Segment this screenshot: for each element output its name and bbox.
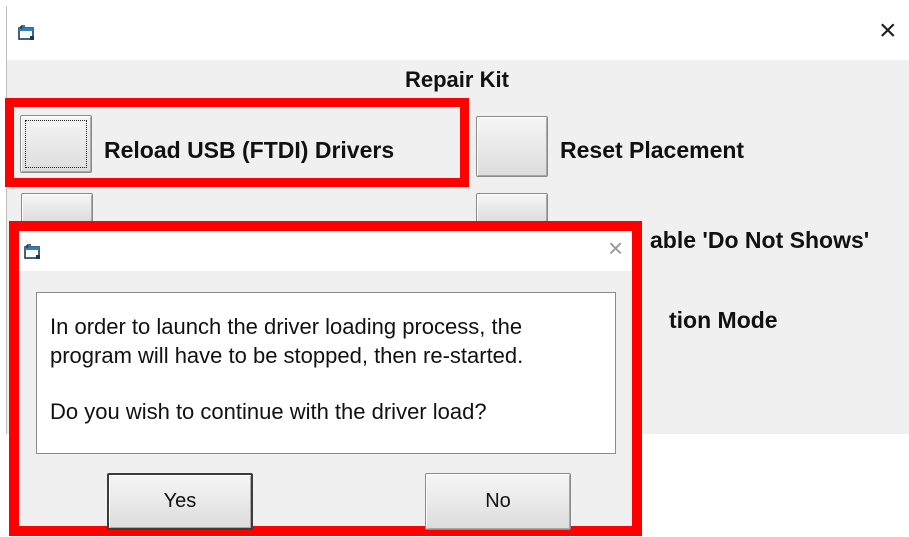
disable-do-not-shows-button[interactable] <box>476 193 548 223</box>
confirm-dialog: × In order to launch the driver loading … <box>9 221 642 536</box>
message-line-3: Do you wish to continue with the driver … <box>50 399 487 424</box>
reload-usb-drivers-button[interactable] <box>20 115 92 173</box>
reset-placement-button[interactable] <box>476 116 548 177</box>
window-titlebar[interactable]: × <box>7 6 909 60</box>
dialog-close-icon[interactable]: × <box>608 235 623 261</box>
yes-button[interactable]: Yes <box>107 473 253 530</box>
yes-button-label: Yes <box>163 490 197 512</box>
message-line-1: In order to launch the driver loading pr… <box>50 314 523 339</box>
reload-usb-drivers-label: Reload USB (FTDI) Drivers <box>104 137 395 163</box>
disable-do-not-shows-label: able 'Do Not Shows' <box>650 227 870 253</box>
section-title: Repair Kit <box>405 67 509 92</box>
dialog-app-icon <box>24 244 42 260</box>
app-window-icon <box>18 25 36 41</box>
no-button-label: No <box>485 490 511 512</box>
close-icon[interactable]: × <box>879 16 897 46</box>
mode-option-label: tion Mode <box>669 307 778 333</box>
reset-placement-label: Reset Placement <box>560 137 745 163</box>
message-line-2: program will have to be stopped, then re… <box>50 343 524 368</box>
dialog-message-box: In order to launch the driver loading pr… <box>36 292 616 454</box>
option-button-3[interactable] <box>21 193 93 223</box>
dialog-titlebar[interactable]: × <box>19 231 632 271</box>
no-button[interactable]: No <box>425 473 571 530</box>
